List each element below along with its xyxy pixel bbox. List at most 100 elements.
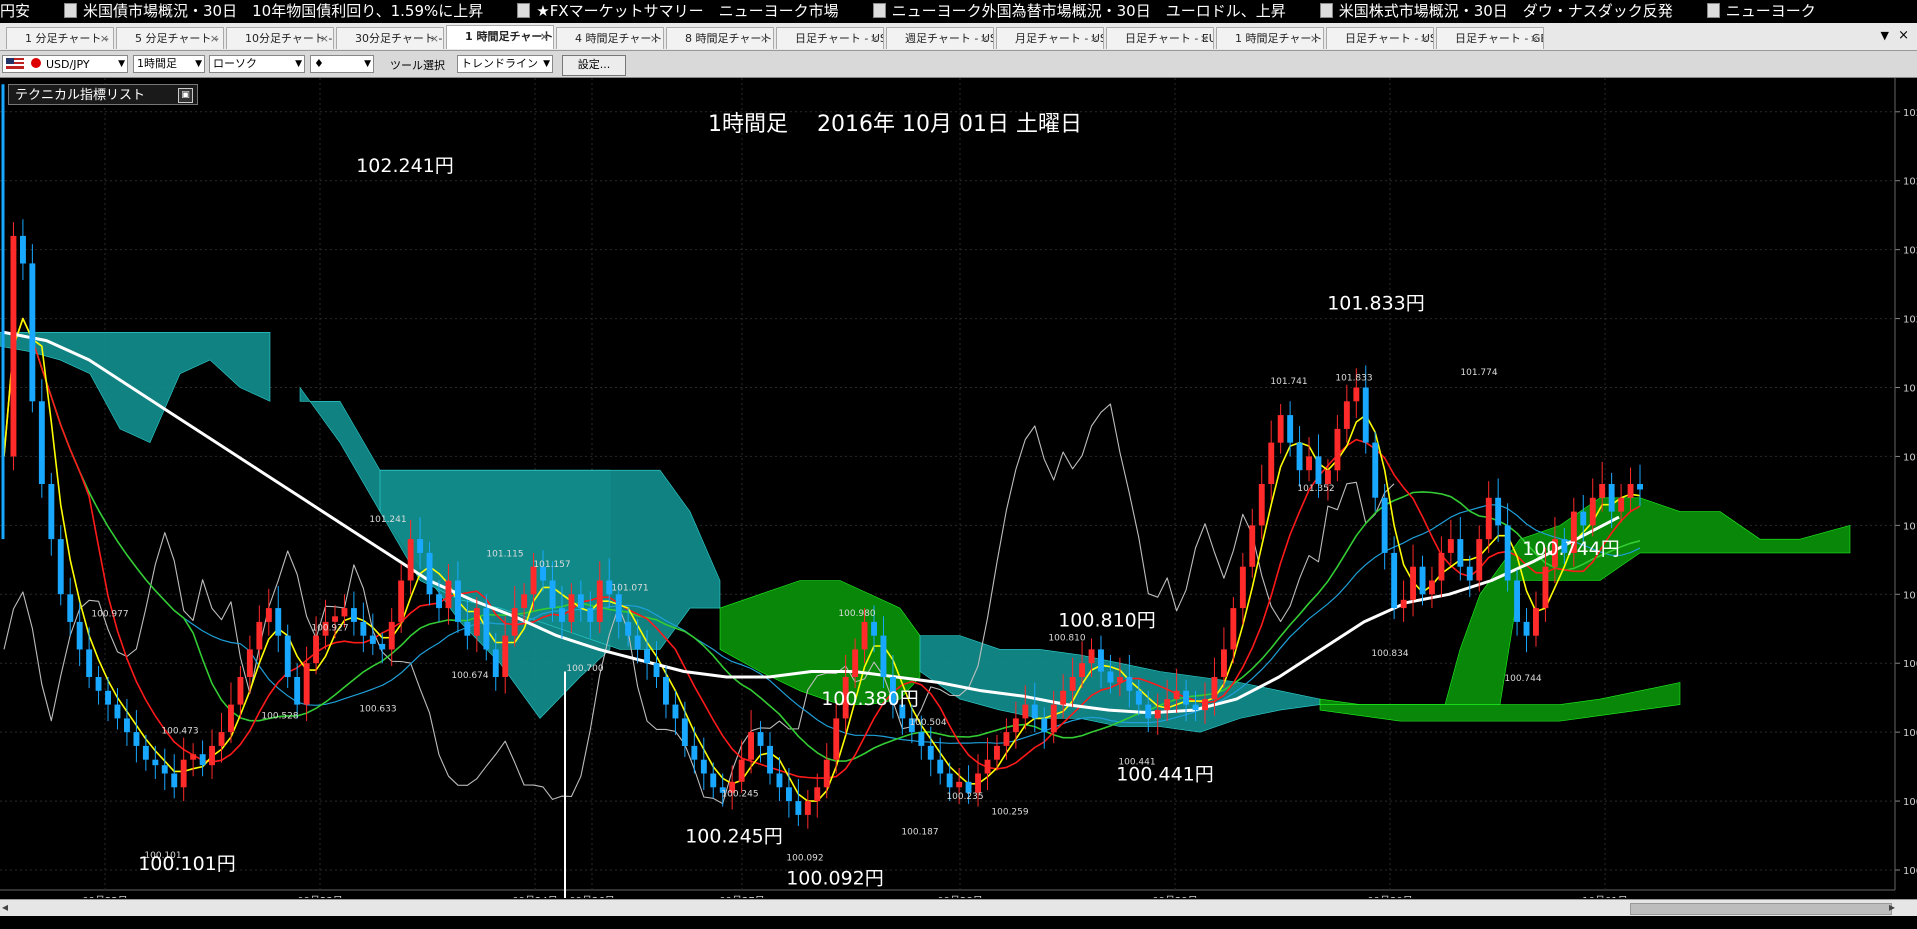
currency-pair-select[interactable]: USD/JPY ▼ bbox=[2, 55, 128, 73]
technical-indicator-list[interactable]: テクニカル指標リスト ▣ bbox=[8, 84, 198, 105]
close-tab-icon[interactable]: × bbox=[540, 26, 549, 48]
close-tab-icon[interactable]: × bbox=[1310, 28, 1319, 49]
candle-body bbox=[48, 484, 55, 540]
ticker-item[interactable]: 米国株式市場概況・30日 ダウ・ナスダック反発 bbox=[1319, 2, 1673, 20]
chart-style-select[interactable]: ローソク ▼ bbox=[209, 55, 305, 73]
candle-body bbox=[1343, 401, 1350, 429]
price-annotation: 101.833円 bbox=[1327, 293, 1425, 315]
tool-select[interactable]: トレンドライン ▼ bbox=[457, 55, 553, 73]
candle-body bbox=[29, 263, 36, 402]
close-tab-icon[interactable]: × bbox=[430, 28, 439, 49]
candle-body bbox=[1202, 699, 1208, 711]
price-label-small: 101.115 bbox=[486, 550, 523, 560]
document-icon bbox=[1706, 3, 1720, 18]
chart-tab[interactable]: 日足チャート - EUF × bbox=[1106, 27, 1214, 49]
close-tab-icon[interactable]: × bbox=[760, 28, 769, 49]
close-all-tabs-icon[interactable]: × bbox=[1898, 28, 1909, 43]
scroll-right-icon[interactable]: ▸ bbox=[1889, 900, 1895, 914]
timeframe-select[interactable]: 1時間足 ▼ bbox=[133, 55, 205, 73]
close-tab-icon[interactable]: × bbox=[980, 28, 989, 49]
candle-body bbox=[1022, 704, 1029, 719]
price-label-small: 101.352 bbox=[1297, 484, 1334, 494]
candle-body bbox=[937, 759, 944, 774]
document-icon bbox=[872, 3, 886, 18]
chart-tab[interactable]: 週足チャート - USI × bbox=[886, 27, 994, 49]
candle-body bbox=[927, 745, 934, 760]
candle-body bbox=[1239, 566, 1246, 609]
ticker-text: ニューヨーク bbox=[1725, 2, 1816, 20]
x-tick-label: 09月30日 bbox=[1367, 895, 1412, 898]
price-annotation: 100.380円 bbox=[821, 688, 919, 710]
chart-tab[interactable]: 月足チャート - USI × bbox=[996, 27, 1104, 49]
chart-tab[interactable]: 5 分足チャート - U × bbox=[116, 27, 224, 49]
indicator-list-label: テクニカル指標リスト bbox=[15, 88, 146, 103]
candle-body bbox=[1060, 690, 1067, 705]
price-annotation: 100.810円 bbox=[1058, 610, 1156, 632]
x-tick-label: 10月01日 bbox=[1582, 895, 1627, 898]
chart-tab[interactable]: 1 時間足チャート - × bbox=[446, 25, 554, 49]
chart-tab[interactable]: 日足チャート - USI × bbox=[776, 27, 884, 49]
candle-body bbox=[473, 608, 480, 636]
chart-tab[interactable]: 4 時間足チャート - × bbox=[556, 27, 664, 49]
chart-tab[interactable]: 10分足チャート - U× bbox=[226, 27, 334, 49]
close-tab-icon[interactable]: × bbox=[100, 28, 109, 49]
candle-body bbox=[133, 732, 140, 746]
close-tab-icon[interactable]: × bbox=[1420, 28, 1429, 49]
close-tab-icon[interactable]: × bbox=[650, 28, 659, 49]
tab-menu-icon[interactable]: ▼ bbox=[1881, 29, 1889, 42]
candle-body bbox=[152, 759, 159, 766]
price-chart[interactable]: 102.75 102.50 102.25 102.00 101.75 101.50 101.… bbox=[0, 78, 1917, 907]
candle-body bbox=[256, 621, 263, 650]
y-tick-label: 100.00 bbox=[1903, 866, 1917, 877]
ticker-item[interactable]: ニューヨーク bbox=[1706, 2, 1816, 20]
ticker-item[interactable]: ニューヨーク外国為替市場概況・30日 ユーロドル、上昇 bbox=[872, 2, 1286, 20]
candle-body bbox=[284, 635, 291, 677]
price-annotation: 100.441円 bbox=[1116, 763, 1214, 785]
candle-body bbox=[1126, 677, 1133, 691]
chart-canvas[interactable]: 102.75 102.50 102.25 102.00 101.75 101.50 101.… bbox=[0, 78, 1917, 907]
close-tab-icon[interactable]: × bbox=[210, 28, 219, 49]
close-tab-icon[interactable]: × bbox=[1200, 28, 1209, 49]
tool-value: トレンドライン bbox=[461, 57, 538, 70]
tool-select-label: ツール選択 bbox=[390, 59, 445, 72]
marker-select[interactable]: ♦ ▼ bbox=[310, 55, 374, 73]
horizontal-scrollbar[interactable]: ◂ ▸ bbox=[0, 899, 1917, 917]
candle-body bbox=[795, 801, 802, 815]
chart-tab[interactable]: 1 分足チャート - U × bbox=[6, 27, 114, 49]
price-label-small: 100.744 bbox=[1504, 674, 1541, 684]
candle-body bbox=[1372, 442, 1379, 498]
chart-tab[interactable]: 日足チャート - USI × bbox=[1326, 27, 1434, 49]
chart-tab[interactable]: 8 時間足チャート - × bbox=[666, 27, 774, 49]
scrollbar-thumb[interactable] bbox=[1630, 903, 1892, 915]
candle-body bbox=[1069, 677, 1076, 691]
collapse-icon[interactable]: ▣ bbox=[178, 88, 193, 103]
candle-body bbox=[1268, 442, 1275, 484]
close-tab-icon[interactable]: × bbox=[870, 28, 879, 49]
candle-body bbox=[1391, 552, 1398, 608]
scroll-left-icon[interactable]: ◂ bbox=[2, 900, 8, 914]
candle-body bbox=[426, 552, 433, 595]
y-tick-label: 102.25 bbox=[1903, 246, 1917, 257]
x-tick-label: 09月23日 bbox=[297, 895, 342, 898]
candle-body bbox=[341, 608, 348, 617]
candle-body bbox=[1580, 511, 1587, 526]
chart-tab[interactable]: 1 時間足チャート - × bbox=[1216, 27, 1324, 49]
ticker-item[interactable]: 円安 bbox=[0, 2, 30, 20]
close-tab-icon[interactable]: × bbox=[1090, 28, 1099, 49]
ticker-item[interactable]: ★FXマーケットサマリー ニューヨーク市場 bbox=[517, 2, 839, 20]
ticker-item[interactable]: 米国債市場概況・30日 10年物国債利回り、1.59%に上昇 bbox=[64, 2, 483, 20]
settings-button[interactable]: 設定... bbox=[562, 55, 626, 76]
candle-body bbox=[681, 718, 688, 746]
chart-tab[interactable]: 30分足チャート - U× bbox=[336, 27, 444, 49]
y-tick-label: 101.50 bbox=[1903, 452, 1917, 463]
y-tick-label: 102.75 bbox=[1903, 108, 1917, 119]
x-tick-label: 09月27日 bbox=[719, 895, 764, 898]
candle-body bbox=[379, 643, 386, 650]
candle-body bbox=[1079, 663, 1085, 677]
close-tab-icon[interactable]: × bbox=[320, 28, 329, 49]
candle-body bbox=[95, 677, 102, 691]
chart-tab[interactable]: 日足チャート - GBI × bbox=[1436, 27, 1544, 49]
close-tab-icon[interactable]: × bbox=[1530, 28, 1539, 49]
candle-body bbox=[861, 621, 868, 650]
candle-body bbox=[1135, 690, 1142, 705]
